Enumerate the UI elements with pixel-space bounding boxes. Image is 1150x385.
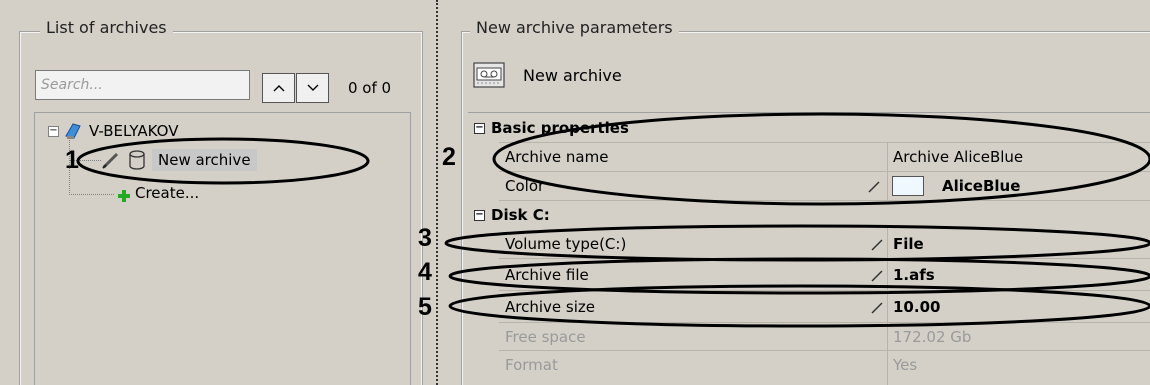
tree-item-create[interactable]: Create... (100, 181, 199, 205)
pencil-icon (871, 270, 883, 282)
archives-panel-title: List of archives (40, 18, 173, 37)
tree-item-new-archive[interactable]: New archive (100, 148, 257, 172)
property-name-volume-type: Volume type(C:) (505, 235, 627, 253)
annotation-number: 1 (65, 146, 79, 174)
pencil-icon (871, 239, 883, 251)
archive-tape-icon (473, 62, 505, 88)
grid-gutter (468, 228, 499, 385)
pencil-icon (100, 150, 122, 170)
grid-divider (499, 258, 1150, 259)
property-name-free-space: Free space (505, 328, 586, 346)
new-archive-label: New archive (152, 149, 257, 171)
category-basic-properties[interactable]: − Basic properties (468, 114, 1150, 142)
next-result-button[interactable] (296, 73, 329, 103)
property-name-color: Color (505, 177, 545, 195)
annotation-number: 4 (418, 258, 432, 286)
computer-icon (63, 122, 83, 140)
archive-header-label: New archive (523, 65, 622, 85)
tree-item-host[interactable]: − V-BELYAKOV (48, 119, 178, 143)
grid-divider (499, 350, 1150, 351)
property-name-archive-name: Archive name (505, 148, 609, 166)
chevron-up-icon (273, 85, 284, 92)
archive-file-value[interactable]: 1.afs (893, 261, 935, 289)
pencil-icon (871, 302, 883, 314)
free-space-value: 172.02 Gb (893, 328, 972, 346)
create-label: Create... (135, 184, 200, 202)
collapse-toggle-icon[interactable]: − (474, 122, 485, 134)
collapse-toggle-icon[interactable]: − (48, 125, 59, 137)
host-label: V-BELYAKOV (89, 122, 179, 140)
collapse-toggle-icon[interactable]: − (474, 209, 485, 221)
property-name-archive-size: Archive size (505, 298, 595, 316)
parameters-panel-title: New archive parameters (470, 18, 679, 37)
archive-name-value[interactable]: Archive AliceBlue (893, 143, 1023, 171)
previous-result-button[interactable] (262, 73, 295, 103)
plus-icon (117, 189, 131, 203)
archive-size-value[interactable]: 10.00 (893, 293, 940, 321)
color-value[interactable]: AliceBlue (942, 172, 1020, 200)
annotation-number: 2 (442, 143, 456, 171)
volume-type-value[interactable]: File (893, 230, 924, 258)
archive-header: New archive (473, 60, 622, 90)
grid-divider (499, 290, 1150, 291)
chevron-down-icon (307, 84, 318, 91)
search-counter: 0 of 0 (348, 79, 392, 97)
property-name-archive-file: Archive file (505, 266, 589, 284)
search-input[interactable] (36, 71, 249, 99)
grid-divider (499, 171, 1150, 172)
property-name-format: Format (505, 356, 558, 374)
category-label: Basic properties (491, 119, 629, 137)
format-value: Yes (893, 356, 918, 374)
search-field[interactable] (35, 70, 250, 100)
grid-gutter (468, 140, 499, 200)
grid-divider (887, 228, 888, 385)
annotation-number: 3 (418, 224, 432, 252)
database-icon (128, 150, 146, 170)
color-swatch[interactable] (892, 176, 924, 196)
annotation-number: 5 (418, 293, 432, 321)
category-label: Disk C: (491, 206, 550, 224)
category-disk-c[interactable]: − Disk C: (468, 201, 1150, 229)
pencil-icon (868, 181, 880, 193)
panel-splitter[interactable] (432, 0, 442, 385)
grid-divider (499, 322, 1150, 323)
